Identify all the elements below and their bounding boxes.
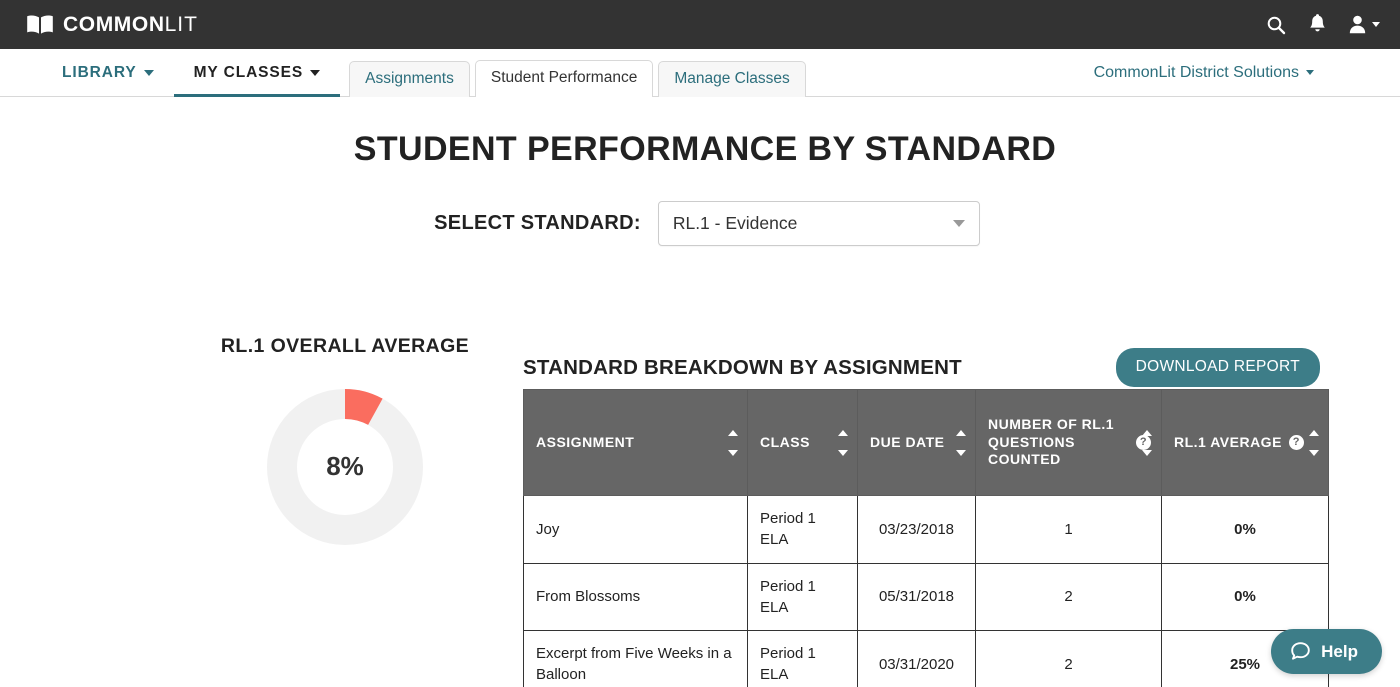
sort-control[interactable] <box>1309 429 1319 456</box>
sort-ascending-icon[interactable] <box>1142 429 1152 436</box>
table-body: Joy Period 1 ELA 03/23/2018 1 0% From Bl… <box>523 495 1329 687</box>
cell-due-date: 05/31/2018 <box>857 563 976 632</box>
tab-manage-classes[interactable]: Manage Classes <box>658 61 806 97</box>
section-tabs: Assignments Student Performance Manage C… <box>349 49 806 97</box>
column-header-label: ASSIGNMENT <box>536 433 635 450</box>
tab-assignments[interactable]: Assignments <box>349 61 470 97</box>
brand-text: COMMONLIT <box>63 13 198 37</box>
sort-control[interactable] <box>1142 429 1152 456</box>
cell-assignment: Excerpt from Five Weeks in a Balloon <box>523 630 748 687</box>
brand-logo-link[interactable]: COMMONLIT <box>26 13 198 37</box>
sort-descending-icon[interactable] <box>1142 449 1152 456</box>
overall-average-title: RL.1 OVERALL AVERAGE <box>220 335 470 357</box>
column-header-label: CLASS <box>760 433 810 450</box>
sort-control[interactable] <box>838 429 848 456</box>
sort-ascending-icon[interactable] <box>838 429 848 436</box>
organization-label: CommonLit District Solutions <box>1093 63 1299 81</box>
cell-due-date: 03/31/2020 <box>857 630 976 687</box>
standard-breakdown-table: ASSIGNMENT CLASS DUE DATE NUMBER OF RL.1… <box>523 389 1329 687</box>
cell-due-date: 03/23/2018 <box>857 495 976 564</box>
cell-class: Period 1 ELA <box>747 495 858 564</box>
cell-assignment: From Blossoms <box>523 563 748 632</box>
sort-ascending-icon[interactable] <box>728 429 738 436</box>
sort-descending-icon[interactable] <box>956 449 966 456</box>
sort-control[interactable] <box>728 429 738 456</box>
brand-light: LIT <box>164 12 198 36</box>
overall-average-panel: RL.1 OVERALL AVERAGE 8% <box>200 334 490 546</box>
sort-ascending-icon[interactable] <box>1309 429 1319 436</box>
breakdown-title: STANDARD BREAKDOWN BY ASSIGNMENT <box>523 355 962 379</box>
cell-average: 0% <box>1161 495 1329 564</box>
help-icon[interactable]: ? <box>1288 434 1304 450</box>
page-title: STUDENT PERFORMANCE BY STANDARD <box>353 130 1057 168</box>
bell-icon[interactable] <box>1308 14 1327 35</box>
column-header-label: RL.1 AVERAGE <box>1174 433 1282 450</box>
column-header-assignment[interactable]: ASSIGNMENT <box>523 389 748 496</box>
tab-student-performance[interactable]: Student Performance <box>474 60 654 97</box>
nav-item-library[interactable]: LIBRARY <box>42 49 174 96</box>
book-icon <box>27 15 53 34</box>
main-nav: LIBRARY MY CLASSES Assignments Student P… <box>0 49 1400 97</box>
column-header-label: DUE DATE <box>870 433 945 450</box>
cell-assignment: Joy <box>523 495 748 564</box>
chevron-down-icon <box>952 220 965 227</box>
nav-primary-items: LIBRARY MY CLASSES <box>0 49 341 97</box>
cell-class: Period 1 ELA <box>747 630 858 687</box>
standard-select[interactable]: RL.1 - Evidence <box>657 201 980 246</box>
sort-descending-icon[interactable] <box>838 449 848 456</box>
chevron-down-icon <box>143 69 154 76</box>
table-row[interactable]: Excerpt from Five Weeks in a Balloon Per… <box>523 630 1329 687</box>
sort-ascending-icon[interactable] <box>956 429 966 436</box>
user-icon <box>1349 15 1366 34</box>
column-header-label: NUMBER OF RL.1 QUESTIONS COUNTED <box>988 415 1114 468</box>
help-widget-label: Help <box>1321 641 1358 661</box>
nav-item-label: LIBRARY <box>62 63 137 81</box>
select-standard-label: SELECT STANDARD: <box>434 212 641 234</box>
chevron-down-icon <box>1372 22 1380 27</box>
standard-selector-row: SELECT STANDARD: RL.1 - Evidence <box>0 201 1400 246</box>
nav-item-my-classes[interactable]: MY CLASSES <box>173 49 341 97</box>
chevron-down-icon <box>1306 70 1314 75</box>
cell-class: Period 1 ELA <box>747 563 858 632</box>
sort-control[interactable] <box>956 429 966 456</box>
cell-average: 0% <box>1161 563 1329 632</box>
brand-bold: COMMON <box>63 12 165 36</box>
help-widget-button[interactable]: Help <box>1271 629 1382 674</box>
standard-breakdown-table-wrapper: ASSIGNMENT CLASS DUE DATE NUMBER OF RL.1… <box>523 389 1329 687</box>
table-head: ASSIGNMENT CLASS DUE DATE NUMBER OF RL.1… <box>523 389 1329 496</box>
table-row[interactable]: Joy Period 1 ELA 03/23/2018 1 0% <box>523 495 1329 564</box>
sort-descending-icon[interactable] <box>1309 449 1319 456</box>
nav-item-label: MY CLASSES <box>193 63 304 81</box>
breakdown-header: STANDARD BREAKDOWN BY ASSIGNMENT DOWNLOA… <box>523 348 1320 387</box>
chevron-down-icon <box>310 69 321 76</box>
column-header-questions-counted[interactable]: NUMBER OF RL.1 QUESTIONS COUNTED ? <box>975 389 1162 496</box>
overall-average-value: 8% <box>326 451 364 482</box>
top-bar-actions <box>1266 14 1380 35</box>
overall-average-donut: 8% <box>200 388 490 546</box>
organization-menu[interactable]: CommonLit District Solutions <box>1094 49 1400 96</box>
cell-questions: 2 <box>975 563 1162 632</box>
column-header-average[interactable]: RL.1 AVERAGE ? <box>1161 389 1329 496</box>
download-report-button[interactable]: DOWNLOAD REPORT <box>1115 348 1320 387</box>
chat-bubble-icon <box>1291 642 1310 660</box>
column-header-class[interactable]: CLASS <box>747 389 858 496</box>
top-bar: COMMONLIT <box>0 0 1400 49</box>
sort-descending-icon[interactable] <box>728 449 738 456</box>
table-header-row: ASSIGNMENT CLASS DUE DATE NUMBER OF RL.1… <box>523 389 1329 496</box>
account-menu[interactable] <box>1349 15 1380 34</box>
page-content: STUDENT PERFORMANCE BY STANDARD SELECT S… <box>0 97 1400 687</box>
cell-questions: 1 <box>975 495 1162 564</box>
search-icon[interactable] <box>1266 15 1286 35</box>
standard-select-value: RL.1 - Evidence <box>672 213 798 233</box>
table-row[interactable]: From Blossoms Period 1 ELA 05/31/2018 2 … <box>523 563 1329 632</box>
column-header-due-date[interactable]: DUE DATE <box>857 389 976 496</box>
cell-questions: 2 <box>975 630 1162 687</box>
